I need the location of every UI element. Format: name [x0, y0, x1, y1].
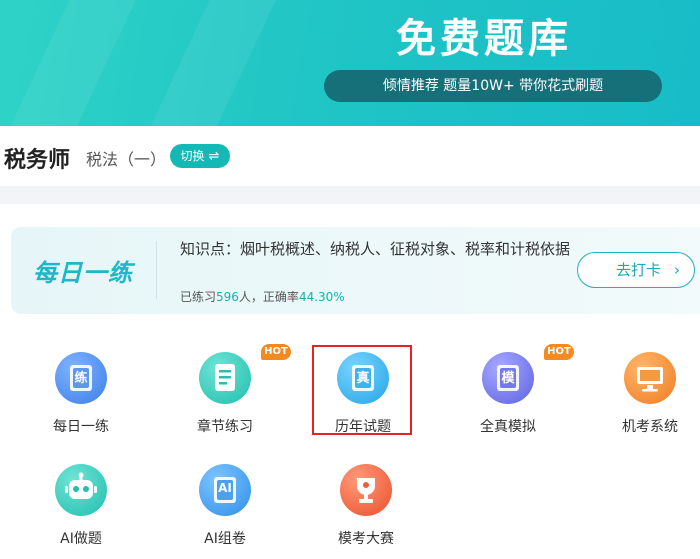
robot-icon [55, 464, 107, 516]
exam-title: 税务师 [4, 148, 71, 173]
tool-label: 机考系统 [622, 419, 678, 435]
tool-mock-exam[interactable]: 模 HOT 全真模拟 [448, 344, 574, 436]
checkin-label: 去打卡 [616, 261, 662, 279]
tool-label: AI组卷 [204, 531, 246, 547]
accuracy-rate: 44.30% [298, 290, 345, 304]
ai-paper-icon: AI [199, 464, 251, 516]
banner-stripe [136, 0, 284, 126]
tool-label: 每日一练 [53, 419, 109, 435]
section-divider [0, 186, 700, 204]
computer-icon [624, 352, 676, 404]
banner-stripe [0, 0, 144, 126]
icon-glyph: 模 [501, 371, 515, 386]
switch-label: 切换 [180, 149, 205, 163]
selection-highlight-box [312, 345, 412, 435]
icon-glyph: 练 [74, 371, 88, 386]
daily-practice-card[interactable]: 每日一练 知识点：烟叶税概述、纳税人、征税对象、税率和计税依据 已练习596人，… [11, 227, 700, 314]
mock-exam-icon: 模 HOT [482, 344, 574, 404]
practiced-count: 596 [216, 290, 239, 304]
header-banner: 免费题库 倾情推荐 题量10W+ 带你花式刷题 [0, 0, 700, 126]
banner-tagline: 倾情推荐 题量10W+ 带你花式刷题 [324, 70, 662, 102]
tool-label: AI做题 [60, 531, 102, 547]
practice-stats: 已练习596人，正确率44.30% [180, 288, 345, 305]
daily-practice-logo: 每日一练 [33, 259, 133, 287]
knowledge-point: 知识点：烟叶税概述、纳税人、征税对象、税率和计税依据 [180, 240, 571, 258]
icon-glyph: AI [218, 481, 232, 495]
tool-computer-exam[interactable]: 机考系统 [590, 352, 700, 436]
hot-badge: HOT [544, 344, 574, 360]
tool-label: 全真模拟 [480, 419, 536, 435]
swap-arrows-icon: ⇌ [208, 149, 220, 164]
switch-subject-button[interactable]: 切换 ⇌ [170, 144, 230, 168]
tool-label: 模考大赛 [338, 531, 394, 547]
tool-chapter-practice[interactable]: HOT 章节练习 [165, 344, 291, 436]
divider [156, 241, 157, 299]
tool-label: 章节练习 [197, 419, 253, 435]
subject-name: 税法（一） [86, 150, 167, 169]
tool-daily-practice[interactable]: 练 每日一练 [21, 352, 141, 436]
stats-mid: 人，正确率 [238, 290, 299, 304]
trophy-icon [340, 464, 392, 516]
subject-row: 税务师 税法（一） 切换 ⇌ [0, 126, 700, 186]
daily-practice-icon: 练 [55, 352, 107, 404]
chevron-right-icon: › [674, 261, 680, 279]
checkin-button[interactable]: 去打卡 › [577, 252, 695, 288]
tool-ai-paper[interactable]: AI AI组卷 [165, 464, 285, 548]
tool-mock-contest[interactable]: 模考大赛 [306, 464, 426, 548]
chapter-doc-icon: HOT [199, 344, 291, 404]
tool-ai-practice[interactable]: AI做题 [21, 464, 141, 548]
hot-badge: HOT [261, 344, 291, 360]
banner-title: 免费题库 [396, 16, 572, 62]
stats-prefix: 已练习 [180, 290, 217, 304]
